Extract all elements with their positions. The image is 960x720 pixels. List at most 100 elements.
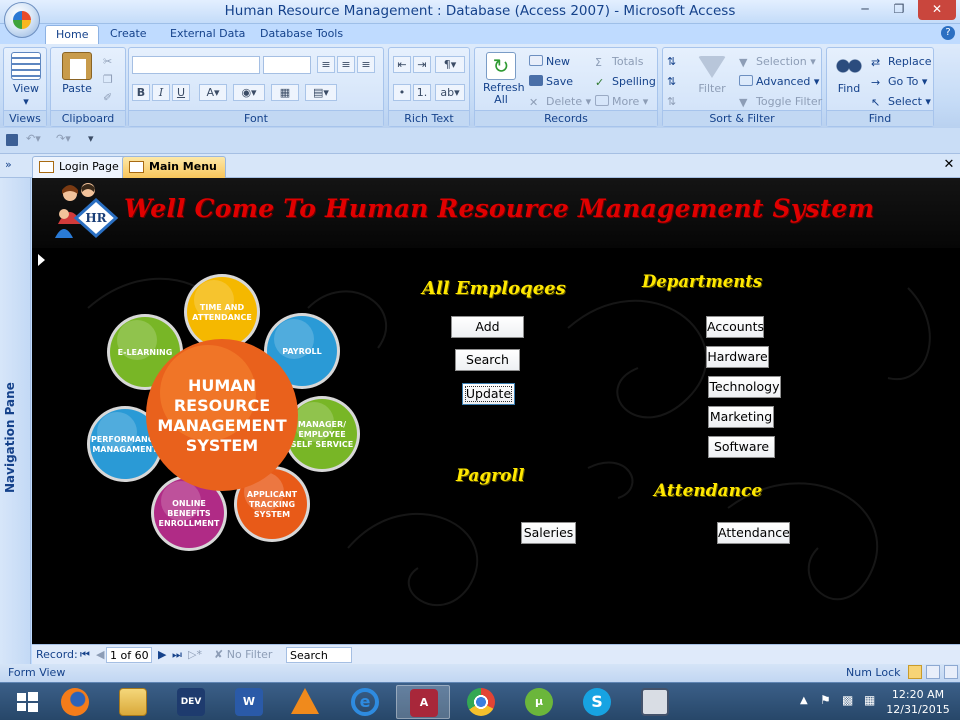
software-button[interactable]: Software bbox=[708, 436, 775, 458]
totals-button[interactable]: Σ Totals bbox=[595, 54, 643, 70]
layout-view-icon[interactable] bbox=[926, 665, 940, 679]
taskbar-ie[interactable]: e bbox=[338, 685, 392, 719]
alt-fill-icon[interactable]: ▤▾ bbox=[305, 84, 337, 101]
navigation-pane[interactable]: Navigation Pane bbox=[0, 178, 31, 664]
gridlines-icon[interactable]: ▦ bbox=[271, 84, 299, 101]
help-icon[interactable]: ? bbox=[941, 26, 955, 40]
fill-color-icon[interactable]: ◉▾ bbox=[233, 84, 265, 101]
tab-database-tools[interactable]: Database Tools bbox=[250, 25, 353, 44]
marketing-button[interactable]: Marketing bbox=[708, 406, 774, 428]
customize-qat-icon[interactable]: ▾ bbox=[88, 132, 94, 145]
tab-login-page[interactable]: Login Page bbox=[32, 156, 128, 178]
goto-button[interactable]: → Go To ▾ bbox=[871, 74, 927, 90]
taskbar-access[interactable]: A bbox=[396, 685, 450, 719]
current-record-field[interactable]: 1 of 60 bbox=[106, 647, 152, 663]
new-record-nav-icon[interactable]: ▷* bbox=[188, 647, 202, 663]
restore-button[interactable]: ❐ bbox=[884, 0, 914, 20]
save-qat-icon[interactable] bbox=[6, 134, 18, 146]
design-view-icon[interactable] bbox=[944, 665, 958, 679]
no-filter-indicator[interactable]: ✘ No Filter bbox=[214, 647, 272, 663]
highlight-icon[interactable]: ab▾ bbox=[435, 84, 465, 101]
search-button[interactable]: Search bbox=[455, 349, 520, 371]
minimize-button[interactable]: ─ bbox=[850, 0, 880, 20]
taskbar-clock[interactable]: 12:20 AM 12/31/2015 bbox=[880, 687, 956, 717]
tab-main-menu[interactable]: Main Menu bbox=[122, 156, 226, 178]
record-search-input[interactable]: Search bbox=[286, 647, 352, 663]
bullets-icon[interactable]: • bbox=[393, 84, 411, 101]
taskbar-explorer[interactable] bbox=[106, 685, 160, 719]
taskbar-vlc[interactable] bbox=[278, 685, 332, 719]
start-button[interactable] bbox=[0, 685, 54, 719]
network-icon[interactable]: ▩ bbox=[842, 693, 853, 707]
accounts-button[interactable]: Accounts bbox=[706, 316, 764, 338]
sort-descending-icon[interactable]: ⇅ bbox=[667, 74, 676, 90]
view-button[interactable]: View ▾ bbox=[10, 52, 42, 108]
hardware-button[interactable]: Hardware bbox=[706, 346, 769, 368]
tab-home[interactable]: Home bbox=[45, 25, 100, 44]
taskbar-recorder[interactable] bbox=[628, 685, 682, 719]
tray-up-arrow-icon[interactable]: ▲ bbox=[800, 695, 808, 706]
hrm-petal-label: E-LEARNING bbox=[118, 348, 173, 357]
taskbar-devcpp[interactable]: DEV bbox=[164, 685, 218, 719]
align-right-icon[interactable]: ≡ bbox=[357, 56, 375, 73]
record-selector[interactable] bbox=[32, 248, 48, 644]
paste-button[interactable]: Paste bbox=[57, 52, 97, 95]
toggle-filter-button[interactable]: ▼ Toggle Filter bbox=[739, 94, 822, 110]
undo-icon[interactable]: ↶▾ bbox=[26, 132, 41, 145]
tab-external-data[interactable]: External Data bbox=[160, 25, 255, 44]
find-button[interactable]: Find bbox=[831, 52, 867, 95]
saleries-button[interactable]: Saleries bbox=[521, 522, 576, 544]
save-record-button[interactable]: Save bbox=[529, 74, 573, 90]
delete-record-button[interactable]: ✕ Delete ▾ bbox=[529, 94, 591, 110]
clear-sort-icon[interactable]: ⇅ bbox=[667, 94, 676, 110]
add-button[interactable]: Add bbox=[451, 316, 524, 338]
taskbar-word[interactable]: W bbox=[222, 685, 276, 719]
office-button[interactable] bbox=[4, 2, 40, 38]
font-family-dropdown[interactable] bbox=[132, 56, 260, 74]
taskbar-firefox[interactable] bbox=[48, 685, 102, 719]
align-left-icon[interactable]: ≡ bbox=[317, 56, 335, 73]
underline-icon[interactable]: U bbox=[172, 84, 190, 101]
form-view-icon[interactable] bbox=[908, 665, 922, 679]
next-record-icon[interactable]: ▶ bbox=[158, 647, 166, 663]
current-record-icon bbox=[38, 254, 45, 266]
italic-icon[interactable]: I bbox=[152, 84, 170, 101]
attendance-button[interactable]: Attendance bbox=[717, 522, 790, 544]
last-record-icon[interactable]: ⏭ bbox=[172, 647, 182, 663]
more-button[interactable]: More ▾ bbox=[595, 94, 648, 110]
taskbar-skype[interactable]: S bbox=[570, 685, 624, 719]
close-document-icon[interactable]: ✕ bbox=[942, 158, 956, 172]
first-record-icon[interactable]: ⏮ bbox=[80, 647, 90, 663]
bold-icon[interactable]: B bbox=[132, 84, 150, 101]
tab-create[interactable]: Create bbox=[100, 25, 157, 44]
technology-button[interactable]: Technology bbox=[708, 376, 781, 398]
action-center-flag-icon[interactable]: ⚑ bbox=[820, 693, 831, 707]
font-size-dropdown[interactable] bbox=[263, 56, 311, 74]
redo-icon[interactable]: ↷▾ bbox=[56, 132, 71, 145]
windows-flag-icon[interactable]: ▦ bbox=[864, 693, 875, 707]
sort-ascending-icon[interactable]: ⇅ bbox=[667, 54, 676, 70]
filter-button[interactable]: Filter bbox=[689, 52, 735, 95]
replace-button[interactable]: ⇄ Replace bbox=[871, 54, 932, 70]
new-record-button[interactable]: New bbox=[529, 54, 570, 70]
copy-icon[interactable]: ❐ bbox=[103, 72, 113, 88]
align-center-icon[interactable]: ≡ bbox=[337, 56, 355, 73]
previous-record-icon[interactable]: ◀ bbox=[96, 647, 104, 663]
taskbar-utorrent[interactable]: µ bbox=[512, 685, 566, 719]
indent-decrease-icon[interactable]: ⇤ bbox=[393, 56, 411, 73]
refresh-all-button[interactable]: ↻ Refresh All bbox=[479, 52, 525, 106]
update-button[interactable]: Update bbox=[462, 383, 515, 405]
format-painter-icon[interactable]: ✐ bbox=[103, 90, 112, 106]
cut-icon[interactable]: ✂ bbox=[103, 54, 112, 70]
font-color-icon[interactable]: A▾ bbox=[199, 84, 227, 101]
close-window-button[interactable]: ✕ bbox=[918, 0, 956, 20]
numbering-icon[interactable]: 1. bbox=[413, 84, 431, 101]
spelling-button[interactable]: ✓ Spelling bbox=[595, 74, 656, 90]
indent-increase-icon[interactable]: ⇥ bbox=[413, 56, 431, 73]
advanced-button[interactable]: Advanced ▾ bbox=[739, 74, 819, 90]
taskbar-chrome[interactable] bbox=[454, 685, 508, 719]
expand-nav-icon[interactable]: » bbox=[5, 158, 23, 174]
paragraph-icon[interactable]: ¶▾ bbox=[435, 56, 465, 73]
select-button[interactable]: ↖ Select ▾ bbox=[871, 94, 931, 110]
selection-button[interactable]: ▼ Selection ▾ bbox=[739, 54, 816, 70]
